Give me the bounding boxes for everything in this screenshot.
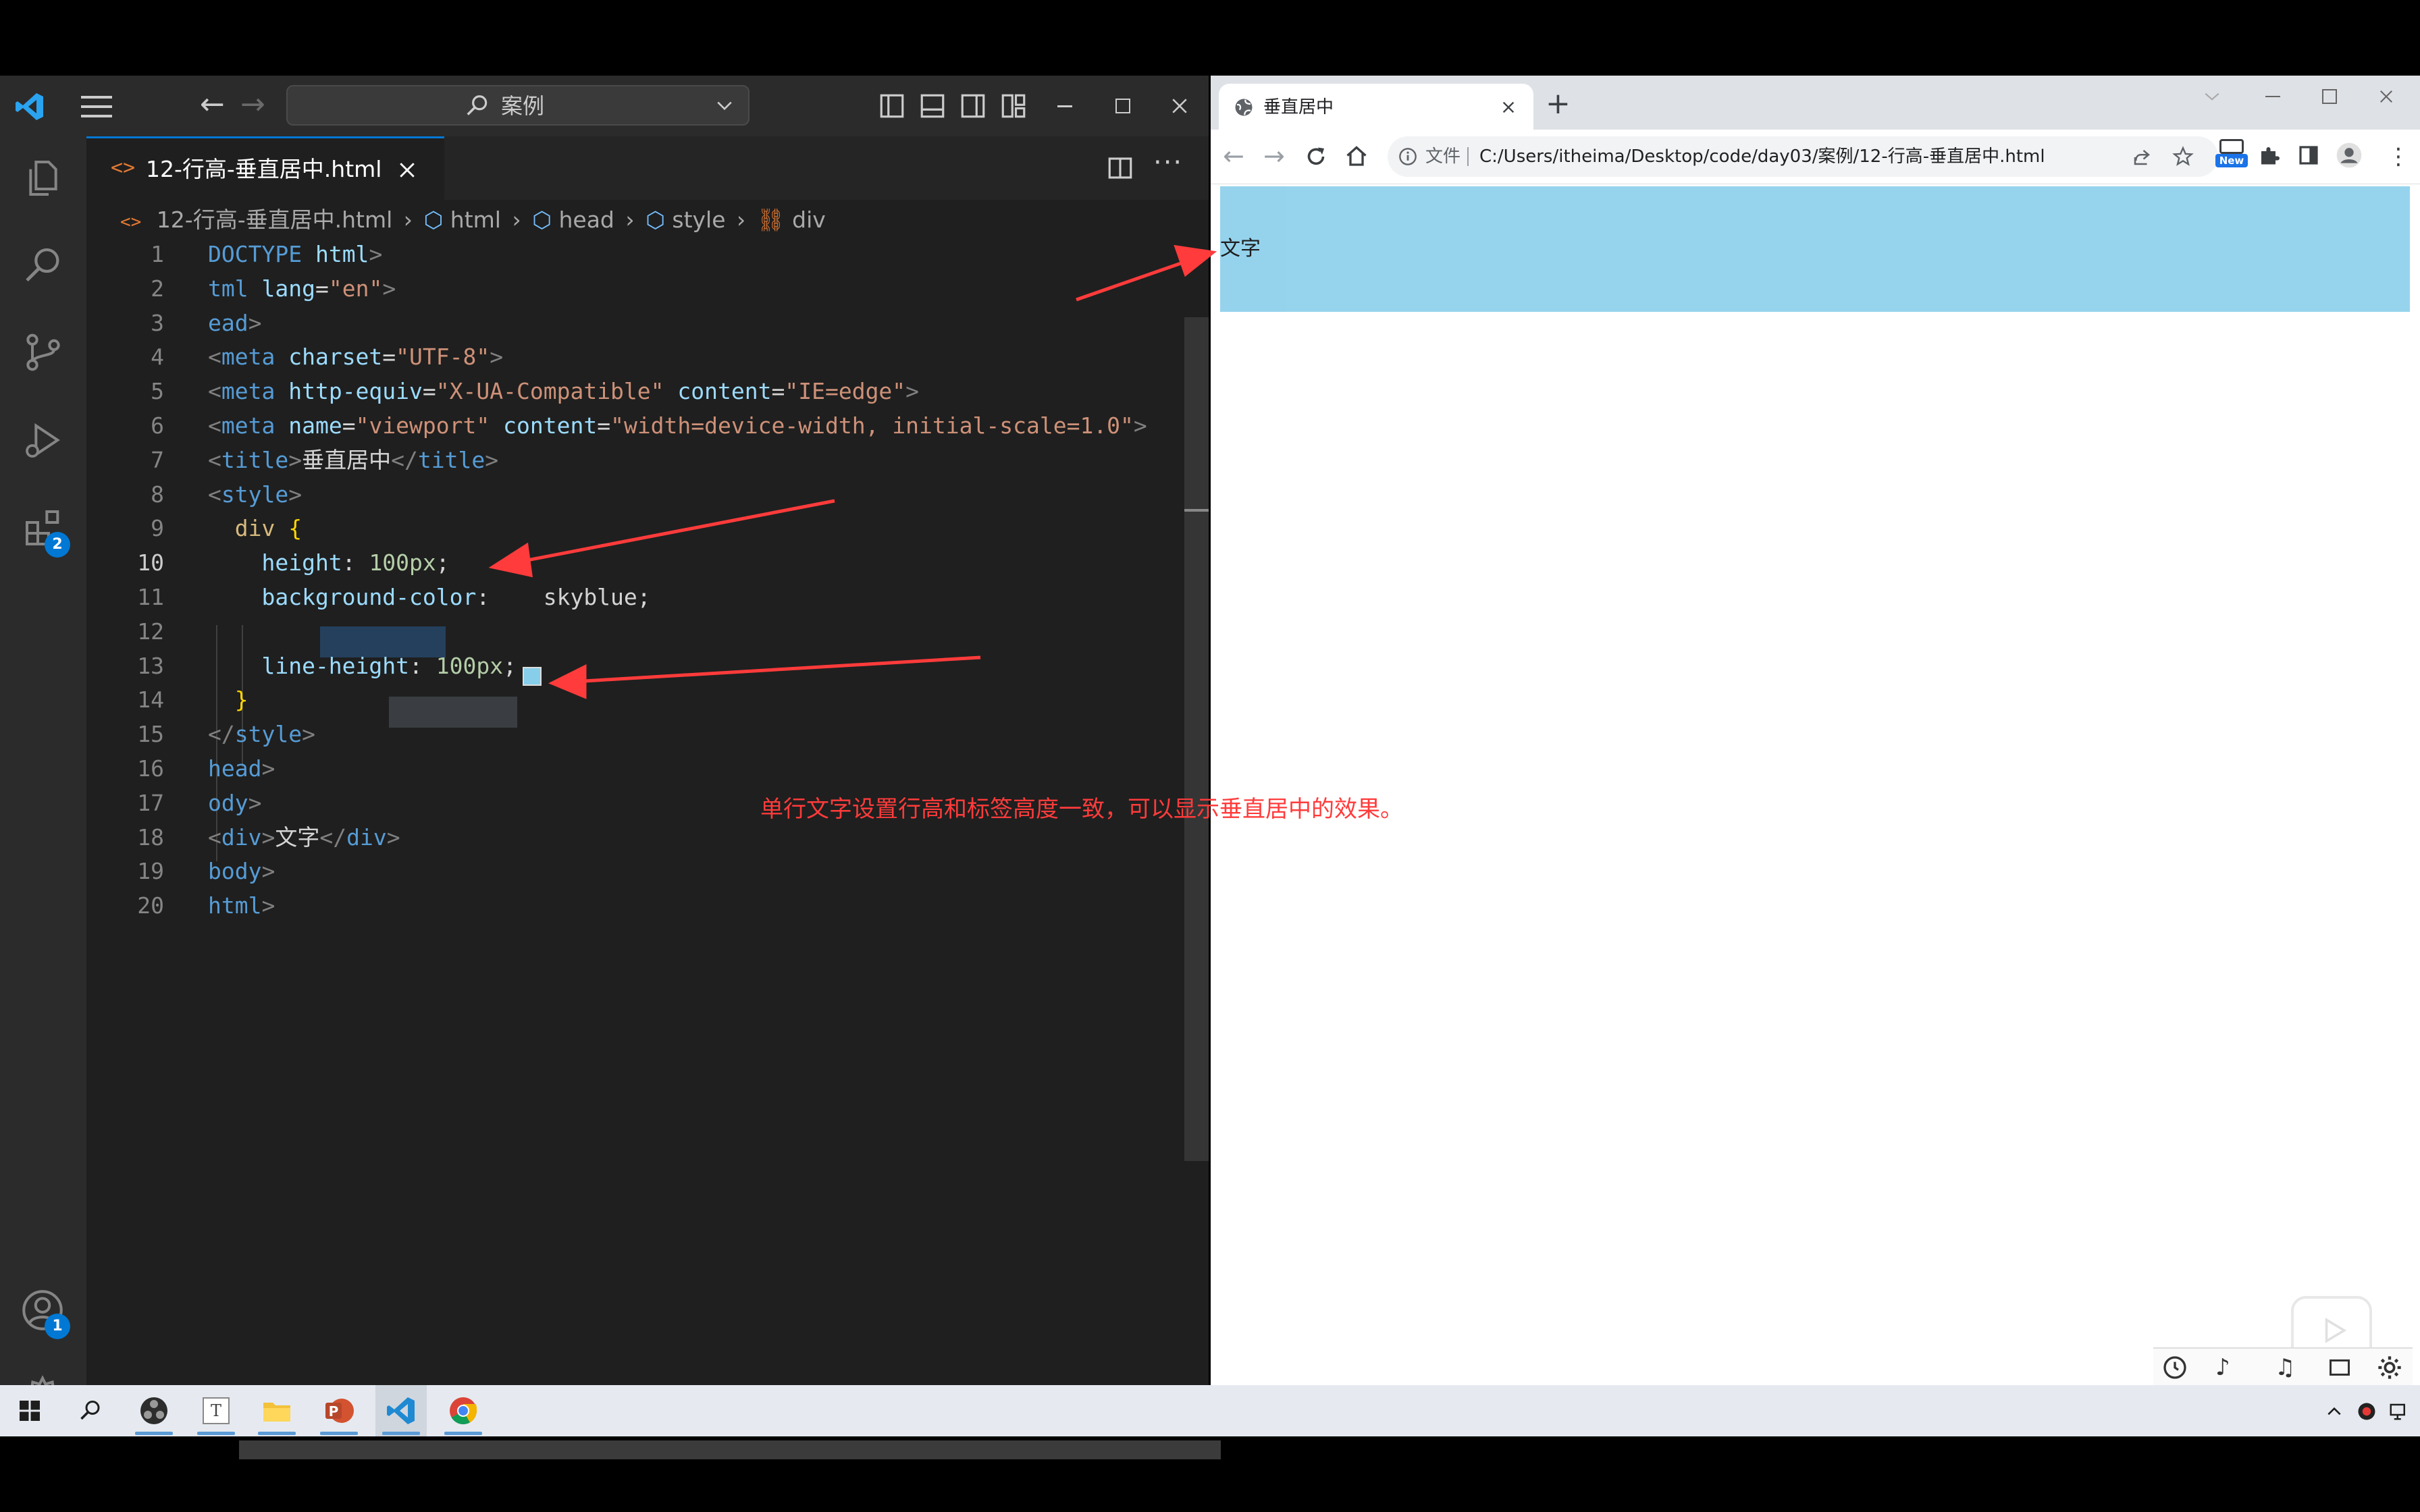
running-indicator [197, 1432, 235, 1435]
windows-start-icon[interactable] [18, 1399, 42, 1423]
arrow-to-line-height [572, 655, 981, 684]
chevron-up-icon[interactable] [2325, 1403, 2343, 1420]
arrow-head [1174, 244, 1217, 277]
annotation-arrows [488, 244, 1217, 699]
powerpoint-icon: P [325, 1399, 354, 1423]
running-indicator [135, 1432, 173, 1435]
running-indicator [320, 1432, 358, 1435]
arrow-to-height [512, 499, 835, 565]
chrome-icon [450, 1397, 477, 1425]
obs-icon [140, 1397, 167, 1424]
arrow-head [548, 664, 587, 699]
typora-icon: T [203, 1397, 230, 1424]
arrow-head [488, 542, 533, 578]
running-indicator [382, 1432, 420, 1435]
annotation-note: 单行文字设置行高和标签高度一致，可以显示垂直居中的效果。 [760, 796, 1403, 823]
powerpoint-app-icon[interactable]: P [320, 1395, 358, 1435]
network-icon[interactable] [2388, 1401, 2409, 1422]
vscode-app-icon[interactable] [375, 1385, 427, 1436]
search-icon[interactable] [78, 1399, 103, 1423]
svg-text:P: P [329, 1403, 339, 1420]
windows-taskbar: T P [0, 1385, 2420, 1436]
folder-icon [263, 1403, 290, 1422]
file-explorer-app-icon[interactable] [258, 1395, 296, 1435]
tray-app-icon[interactable] [2357, 1401, 2377, 1422]
chrome-app-icon[interactable] [444, 1395, 482, 1435]
obs-app-icon[interactable] [135, 1395, 173, 1435]
running-indicator [258, 1432, 296, 1435]
running-indicator [444, 1432, 482, 1435]
arrow-to-browser [1076, 256, 1197, 302]
vscode-icon [387, 1397, 415, 1424]
typora-app-icon[interactable]: T [197, 1395, 235, 1435]
